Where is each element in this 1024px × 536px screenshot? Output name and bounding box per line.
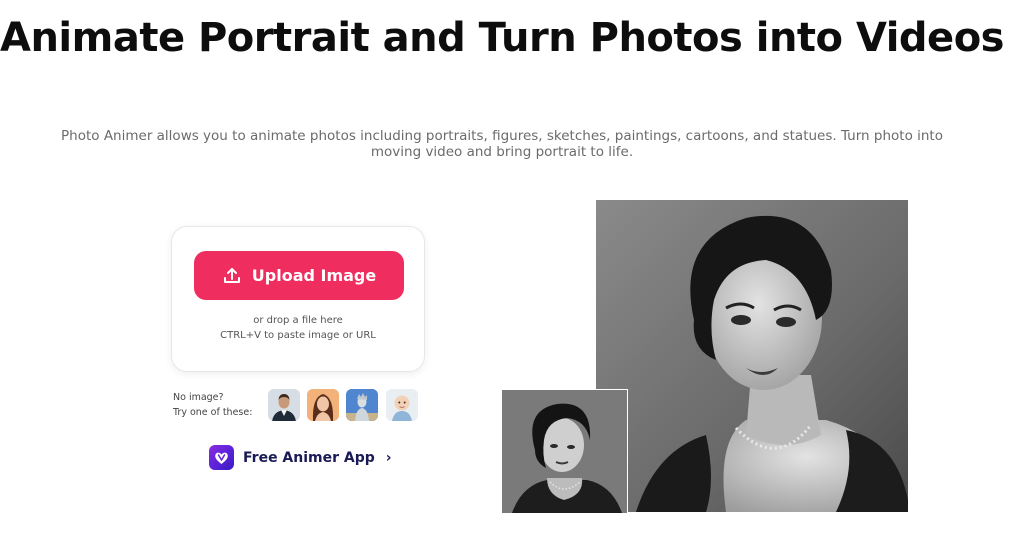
animated-portrait-preview [596, 200, 908, 512]
upload-image-button[interactable]: Upload Image [194, 251, 404, 300]
sample-statue[interactable] [346, 389, 378, 421]
sample-label-line2: Try one of these: [173, 407, 253, 418]
sample-man-portrait[interactable] [268, 389, 300, 421]
chevron-right-icon: › [385, 449, 392, 466]
drop-file-text: or drop a file here [253, 315, 343, 326]
upload-icon [222, 266, 242, 286]
page-title: Animate Portrait and Turn Photos into Vi… [0, 15, 1004, 61]
page-subtitle: Photo Animer allows you to animate photo… [61, 128, 943, 160]
paste-hint-text: CTRL+V to paste image or URL [220, 330, 376, 341]
upload-dropzone[interactable]: Upload Image or drop a file here CTRL+V … [171, 226, 425, 372]
animer-app-icon [209, 445, 234, 470]
original-portrait-inset [502, 389, 628, 513]
drop-hint: or drop a file here CTRL+V to paste imag… [172, 313, 424, 343]
sample-baby-portrait[interactable] [386, 389, 418, 421]
free-animer-app-label: Free Animer App [243, 449, 375, 466]
free-animer-app-link[interactable]: Free Animer App › [209, 445, 392, 470]
sample-label-line1: No image? [173, 392, 224, 403]
sample-woman-portrait[interactable] [307, 389, 339, 421]
sample-images-label: No image? Try one of these: [173, 390, 252, 420]
upload-button-label: Upload Image [251, 266, 377, 285]
